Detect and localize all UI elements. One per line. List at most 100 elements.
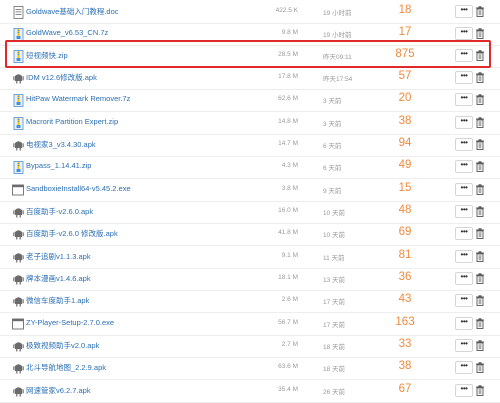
android-icon — [12, 205, 24, 219]
file-size: 3.8 M — [281, 185, 298, 192]
file-row[interactable]: 极致视频助手v2.0.apk 2.7 M 18 天前 33 ••• — [0, 336, 500, 358]
file-name-link[interactable]: 北斗导航地图_2.2.9.apk — [26, 362, 106, 373]
trash-icon[interactable] — [474, 339, 486, 352]
zip-icon — [12, 160, 24, 174]
file-row[interactable]: ZY-Player-Setup-2.7.0.exe 56.7 M 17 天前 163 •… — [0, 314, 500, 336]
file-name-link[interactable]: Macrorit Partition Expert.zip — [26, 117, 118, 126]
file-name-link[interactable]: 牌本漫画v1.4.6.apk — [26, 273, 91, 284]
file-name-link[interactable]: 极致视频助手v2.0.apk — [26, 340, 99, 351]
trash-icon[interactable] — [474, 250, 486, 263]
upload-time: 19 小时前 — [323, 32, 352, 39]
more-actions-button[interactable]: ••• — [455, 294, 473, 307]
trash-icon[interactable] — [474, 116, 486, 129]
more-actions-button[interactable]: ••• — [455, 339, 473, 352]
file-name-link[interactable]: ZY-Player-Setup-2.7.0.exe — [26, 318, 114, 327]
file-row[interactable]: Bypass_1.14.41.zip 4.3 M 6 天前 49 ••• — [0, 157, 500, 179]
trash-icon[interactable] — [474, 71, 486, 84]
trash-icon[interactable] — [474, 294, 486, 307]
upload-time: 6 天前 — [323, 165, 342, 172]
trash-icon[interactable] — [474, 27, 486, 40]
upload-time: 19 小时前 — [323, 10, 352, 17]
android-icon — [12, 272, 24, 286]
trash-icon[interactable] — [474, 183, 486, 196]
trash-icon[interactable] — [474, 317, 486, 330]
file-name-link[interactable]: 老子追剧v1.1.3.apk — [26, 251, 91, 262]
file-name-link[interactable]: IDM v12.6修改版.apk — [26, 72, 97, 83]
trash-icon[interactable] — [474, 5, 486, 18]
file-size: 63.6 M — [278, 363, 298, 370]
upload-time: 6 天前 — [323, 143, 342, 150]
file-row[interactable]: 微信车度助手1.apk 2.6 M 17 天前 43 ••• — [0, 291, 500, 313]
file-row[interactable]: Goldwave基础入门教程.doc 422.5 K 19 小时前 18 ••• — [0, 2, 500, 24]
trash-icon[interactable] — [474, 227, 486, 240]
download-count: 38 — [398, 115, 412, 127]
trash-icon[interactable] — [474, 272, 486, 285]
more-actions-button[interactable]: ••• — [455, 205, 473, 218]
file-row[interactable]: 短视频快.zip 28.5 M 昨天09:11 875 ••• — [0, 46, 500, 68]
more-actions-button[interactable]: ••• — [455, 160, 473, 173]
more-dots-icon: ••• — [460, 138, 468, 147]
file-row[interactable]: Macrorit Partition Expert.zip 14.8 M 3 天前 3… — [0, 113, 500, 135]
file-size: 14.7 M — [278, 140, 298, 147]
file-name-link[interactable]: GoldWave_v6.53_CN.7z — [26, 28, 108, 37]
more-actions-button[interactable]: ••• — [455, 250, 473, 263]
more-dots-icon: ••• — [460, 160, 468, 169]
file-row[interactable]: HitPaw Watermark Remover.7z 62.6 M 3 天前 20 •… — [0, 90, 500, 112]
download-count: 20 — [398, 92, 412, 104]
file-size: 56.7 M — [278, 319, 298, 326]
file-row[interactable]: 北斗导航地图_2.2.9.apk 63.6 M 18 天前 38 ••• — [0, 358, 500, 380]
download-count: 163 — [395, 316, 415, 328]
more-dots-icon: ••• — [460, 5, 468, 14]
file-name-link[interactable]: 微信车度助手1.apk — [26, 295, 89, 306]
trash-icon[interactable] — [474, 93, 486, 106]
more-actions-button[interactable]: ••• — [455, 361, 473, 374]
download-count: 875 — [395, 48, 415, 60]
more-actions-button[interactable]: ••• — [455, 384, 473, 397]
trash-icon[interactable] — [474, 361, 486, 374]
file-row[interactable]: SandboxieInstall64-v5.45.2.exe 3.8 M 9 天前 1… — [0, 180, 500, 202]
more-actions-button[interactable]: ••• — [455, 183, 473, 196]
file-row[interactable]: IDM v12.6修改版.apk 17.8 M 昨天17:54 57 ••• — [0, 68, 500, 90]
file-row[interactable]: 老子追剧v1.1.3.apk 9.1 M 11 天前 81 ••• — [0, 247, 500, 269]
file-row[interactable]: 电视家3_v3.4.30.apk 14.7 M 6 天前 94 ••• — [0, 135, 500, 157]
file-size: 17.8 M — [278, 73, 298, 80]
android-icon — [12, 71, 24, 85]
download-count: 18 — [398, 4, 412, 16]
more-actions-button[interactable]: ••• — [455, 5, 473, 18]
file-size: 2.7 M — [281, 341, 298, 348]
file-name-link[interactable]: 百度助手-v2.6.0.apk — [26, 206, 93, 217]
file-row[interactable]: GoldWave_v6.53_CN.7z 9.8 M 19 小时前 17 ••• — [0, 24, 500, 46]
file-name-link[interactable]: 电视家3_v3.4.30.apk — [26, 139, 96, 150]
more-actions-button[interactable]: ••• — [455, 227, 473, 240]
trash-icon[interactable] — [474, 138, 486, 151]
more-actions-button[interactable]: ••• — [455, 49, 473, 62]
file-name-link[interactable]: Goldwave基础入门教程.doc — [26, 6, 119, 17]
file-name-link[interactable]: Bypass_1.14.41.zip — [26, 161, 91, 170]
more-actions-button[interactable]: ••• — [455, 138, 473, 151]
trash-icon[interactable] — [474, 384, 486, 397]
upload-time: 昨天09:11 — [323, 54, 352, 61]
file-name-link[interactable]: 网速管家v6.2.7.apk — [26, 385, 91, 396]
upload-time: 3 天前 — [323, 121, 342, 128]
trash-icon[interactable] — [474, 160, 486, 173]
file-size: 9.1 M — [281, 252, 298, 259]
file-name-link[interactable]: SandboxieInstall64-v5.45.2.exe — [26, 184, 131, 193]
trash-icon[interactable] — [474, 205, 486, 218]
file-row[interactable]: 百度助手-v2.6.0.apk 16.0 M 10 天前 48 ••• — [0, 202, 500, 224]
more-actions-button[interactable]: ••• — [455, 93, 473, 106]
more-actions-button[interactable]: ••• — [455, 71, 473, 84]
more-actions-button[interactable]: ••• — [455, 317, 473, 330]
trash-icon[interactable] — [474, 49, 486, 62]
file-name-link[interactable]: 短视频快.zip — [26, 50, 68, 61]
download-count: 17 — [398, 26, 412, 38]
file-name-link[interactable]: 百度助手-v2.6.0 修改版.apk — [26, 228, 118, 239]
exe-icon — [12, 317, 24, 331]
more-actions-button[interactable]: ••• — [455, 27, 473, 40]
file-name-link[interactable]: HitPaw Watermark Remover.7z — [26, 94, 130, 103]
zip-icon — [12, 116, 24, 130]
more-actions-button[interactable]: ••• — [455, 272, 473, 285]
file-row[interactable]: 牌本漫画v1.4.6.apk 18.1 M 13 天前 36 ••• — [0, 269, 500, 291]
file-row[interactable]: 百度助手-v2.6.0 修改版.apk 41.8 M 10 天前 69 ••• — [0, 224, 500, 246]
more-dots-icon: ••• — [460, 116, 468, 125]
more-actions-button[interactable]: ••• — [455, 116, 473, 129]
